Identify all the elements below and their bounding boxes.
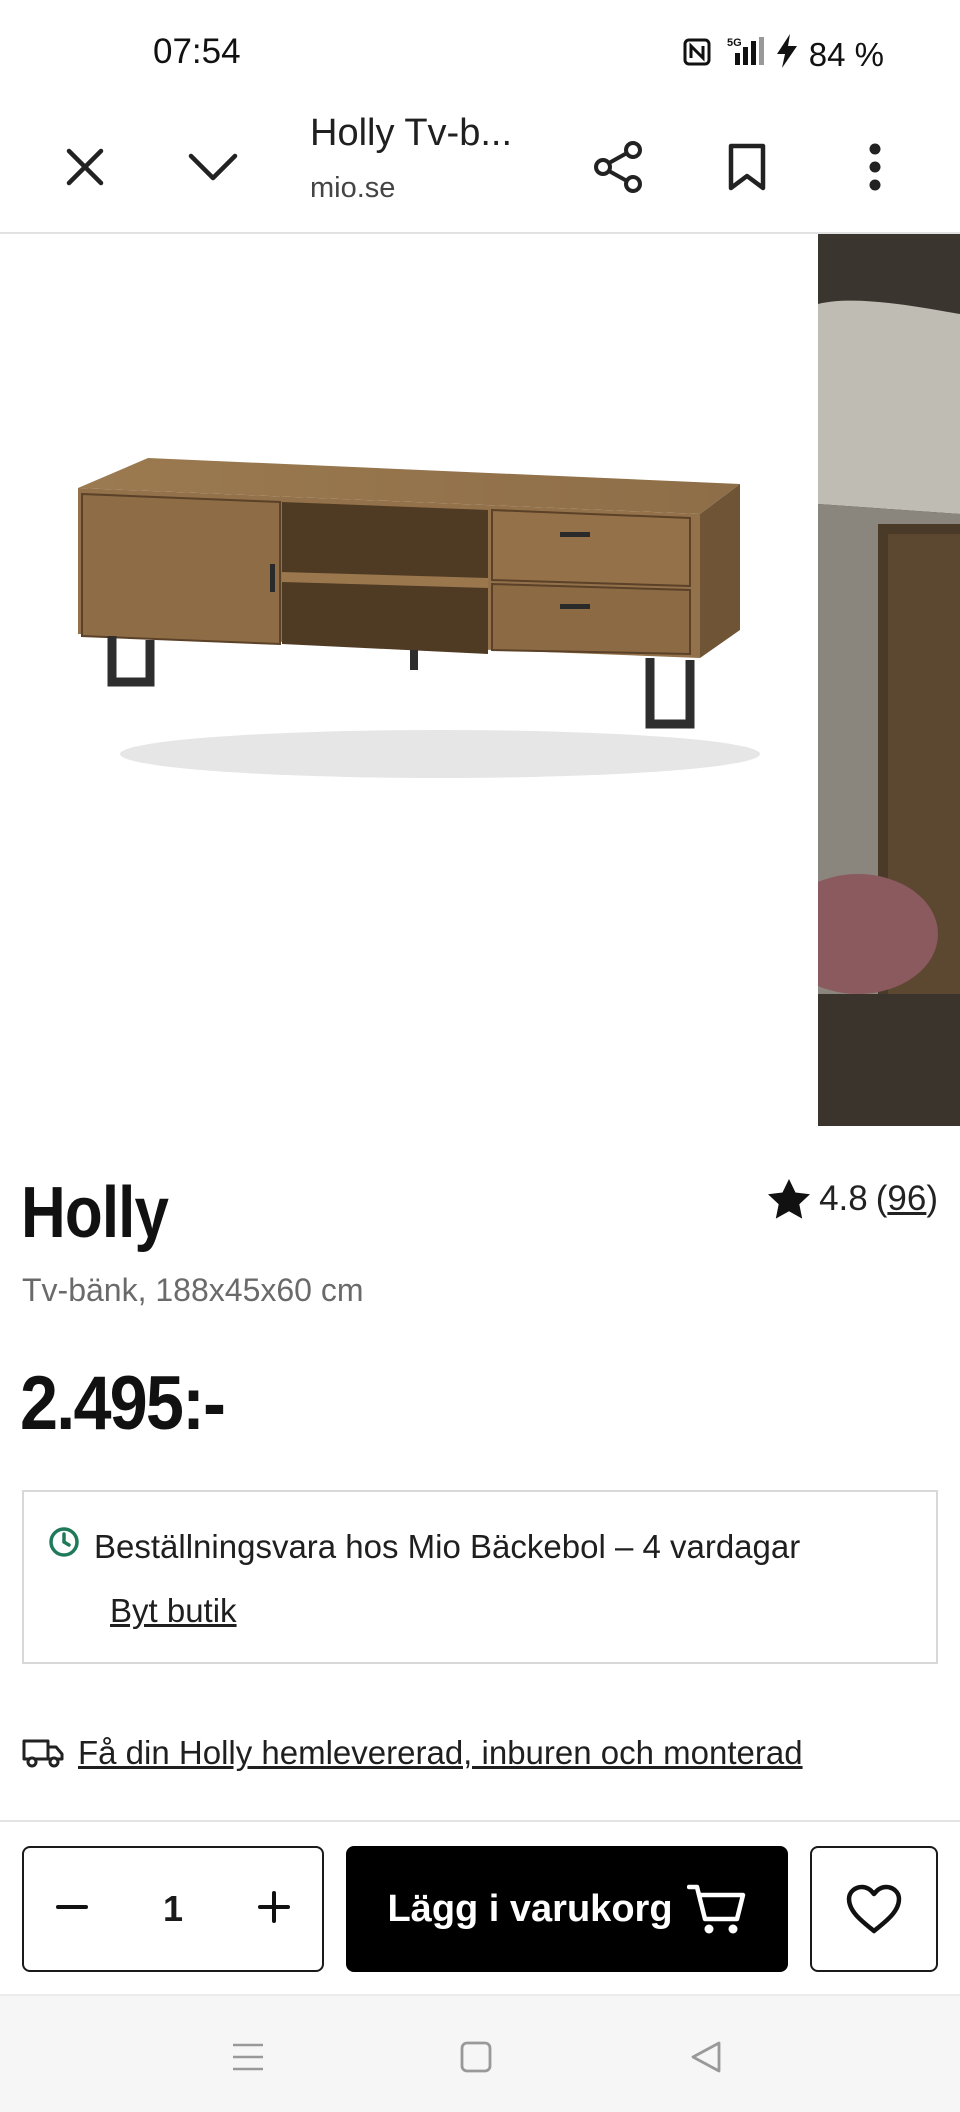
review-close-paren: ) (926, 1179, 938, 1218)
share-icon (594, 141, 642, 193)
status-time: 07:54 (153, 32, 241, 71)
add-to-wishlist-button[interactable] (810, 1846, 938, 1972)
bookmark-icon (728, 143, 766, 191)
product-rating[interactable]: 4.8 (96) (767, 1178, 938, 1220)
svg-text:5G: 5G (727, 37, 742, 49)
change-store-link[interactable]: Byt butik (110, 1592, 237, 1630)
image-badge-edge (42, 234, 342, 474)
minimize-button[interactable] (168, 122, 258, 212)
delivery-truck-icon (22, 1739, 64, 1768)
plus-icon (258, 1890, 290, 1923)
close-icon (66, 148, 104, 186)
add-to-cart-button[interactable]: Lägg i varukorg (346, 1846, 788, 1972)
star-icon (768, 1179, 811, 1219)
heart-icon (846, 1884, 902, 1934)
battery-level: 84 % (808, 36, 884, 73)
charging-icon (776, 34, 799, 76)
rating-value: 4.8 (819, 1179, 868, 1218)
divider (0, 1820, 960, 1822)
back-triangle-icon (691, 2041, 721, 2073)
increase-quantity-button[interactable] (256, 1889, 292, 1930)
review-count-link[interactable]: 96 (887, 1179, 926, 1219)
home-button[interactable] (446, 2032, 506, 2082)
chevron-down-icon (188, 153, 238, 181)
more-options-button[interactable] (830, 122, 920, 212)
nfc-icon (683, 36, 711, 74)
product-image (78, 458, 760, 778)
product-image-gallery[interactable] (0, 234, 960, 1126)
square-home-icon (460, 2041, 492, 2073)
status-bar: 07:54 5G 84 % (0, 0, 960, 100)
status-icons: 5G 84 % (683, 34, 884, 76)
product-price: 2.495:- (20, 1361, 226, 1446)
delivery-link[interactable]: Få din Holly hemlevererad, inburen och m… (78, 1734, 803, 1772)
decrease-quantity-button[interactable] (54, 1889, 90, 1930)
signal-5g-icon: 5G (721, 35, 767, 75)
add-to-cart-label: Lägg i varukorg (387, 1887, 673, 1930)
share-button[interactable] (574, 122, 664, 212)
cart-icon (686, 1884, 745, 1934)
more-vertical-icon (869, 143, 881, 191)
recent-apps-button[interactable] (218, 2032, 278, 2082)
delivery-info[interactable]: Få din Holly hemlevererad, inburen och m… (22, 1734, 803, 1772)
product-name: Holly (21, 1173, 169, 1253)
system-navigation-bar (0, 1996, 960, 2112)
stock-availability-box: Beställningsvara hos Mio Bäckebol – 4 va… (22, 1490, 938, 1664)
back-button[interactable] (676, 2032, 736, 2082)
page-url: mio.se (310, 172, 396, 204)
quantity-stepper: 1 (22, 1846, 324, 1972)
clock-icon (49, 1527, 79, 1557)
review-open-paren: ( (875, 1179, 888, 1218)
minus-icon (56, 1904, 88, 1909)
bookmark-button[interactable] (702, 122, 792, 212)
browser-toolbar: Holly Tv-b... mio.se (0, 100, 960, 234)
next-product-image (818, 234, 960, 1126)
stock-status-text: Beställningsvara hos Mio Bäckebol – 4 va… (94, 1528, 801, 1565)
page-title: Holly Tv-b... (310, 112, 513, 154)
product-subtitle: Tv-bänk, 188x45x60 cm (22, 1272, 364, 1308)
menu-lines-icon (233, 2043, 263, 2071)
close-button[interactable] (40, 122, 130, 212)
quantity-value[interactable]: 1 (163, 1888, 183, 1930)
